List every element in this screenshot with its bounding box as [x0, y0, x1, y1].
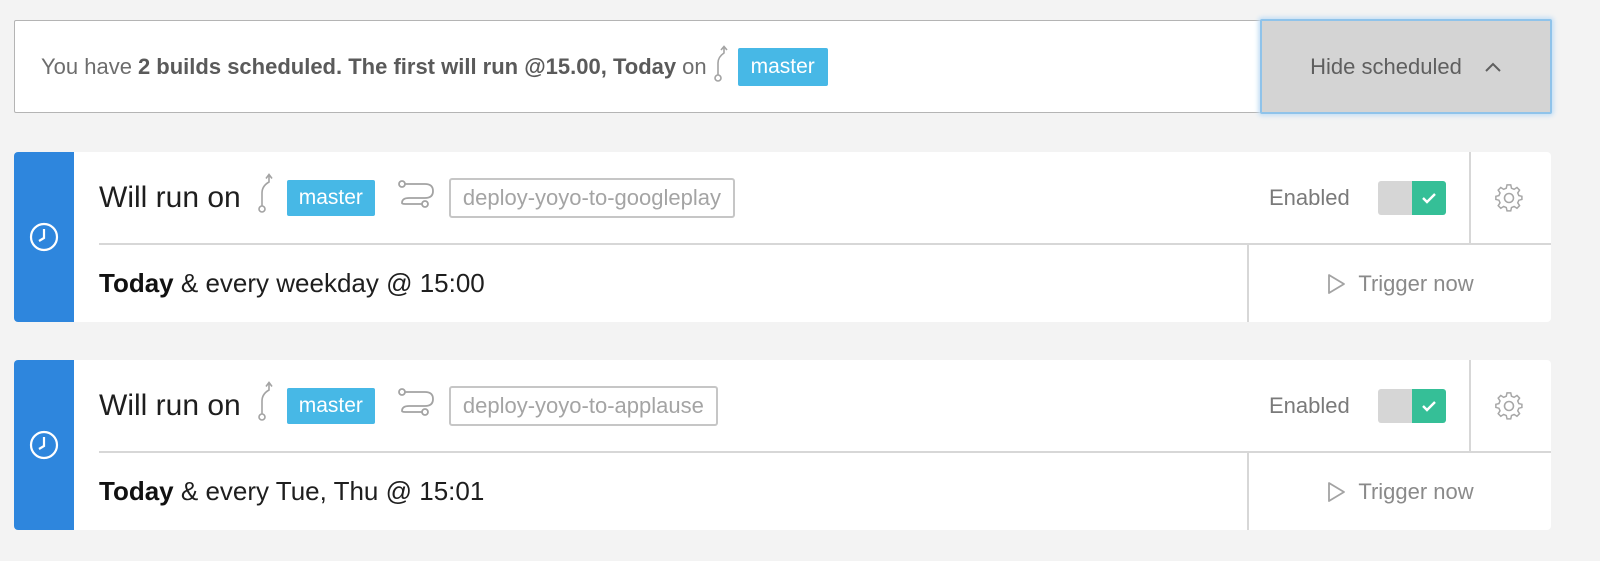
- card-side-bar: [14, 152, 74, 322]
- schedule-recurrence: & every weekday @ 15:00: [180, 268, 485, 298]
- card-header: Will run on master deploy-yoyo-to-google…: [99, 152, 1551, 245]
- divider: [1469, 152, 1471, 243]
- branch-badge: master: [286, 387, 375, 424]
- schedule-description: Today & every Tue, Thu @ 15:01: [99, 453, 484, 530]
- gear-icon[interactable]: [1494, 183, 1524, 213]
- toggle-on-half: [1412, 181, 1446, 215]
- trigger-now-label: Trigger now: [1358, 478, 1474, 504]
- schedule-recurrence: & every Tue, Thu @ 15:01: [180, 476, 485, 506]
- scheduled-build-card: Will run on master deploy-yoyo-to-applau…: [14, 360, 1551, 530]
- will-run-row: Will run on master deploy-yoyo-to-applau…: [99, 360, 718, 451]
- git-branch-icon: [713, 44, 729, 89]
- check-icon: [1422, 401, 1436, 412]
- divider: [1469, 360, 1471, 451]
- branch-badge: master: [737, 47, 828, 86]
- schedule-description: Today & every weekday @ 15:00: [99, 245, 485, 322]
- workflow-name[interactable]: deploy-yoyo-to-applause: [448, 385, 718, 426]
- trigger-now-label: Trigger now: [1358, 270, 1474, 296]
- will-run-row: Will run on master deploy-yoyo-to-google…: [99, 152, 735, 243]
- play-icon: [1328, 481, 1346, 502]
- toggle-off-half: [1378, 389, 1412, 423]
- toggle-off-half: [1378, 181, 1412, 215]
- workflow-icon: [397, 386, 437, 426]
- banner-prefix: You have: [41, 53, 132, 79]
- enabled-label: Enabled: [1269, 392, 1350, 418]
- trigger-now-button[interactable]: Trigger now: [1249, 245, 1551, 322]
- clock-icon: [29, 222, 59, 252]
- clock-icon: [29, 430, 59, 460]
- card-header: Will run on master deploy-yoyo-to-applau…: [99, 360, 1551, 453]
- enabled-toggle[interactable]: [1378, 389, 1446, 423]
- will-run-label: Will run on: [99, 388, 241, 422]
- workflow-icon: [397, 178, 437, 218]
- scheduled-builds-banner: You have 2 builds scheduled. The first w…: [14, 19, 1552, 114]
- banner-message: You have 2 builds scheduled. The first w…: [41, 21, 828, 112]
- will-run-label: Will run on: [99, 180, 241, 214]
- branch-badge: master: [286, 179, 375, 216]
- banner-count-text: 2 builds scheduled. The first will run @…: [137, 53, 677, 79]
- card-side-bar: [14, 360, 74, 530]
- git-branch-icon: [257, 380, 275, 431]
- git-branch-icon: [257, 172, 275, 223]
- trigger-now-button[interactable]: Trigger now: [1249, 453, 1551, 530]
- scheduled-build-card: Will run on master deploy-yoyo-to-google…: [14, 152, 1551, 322]
- schedule-day: Today: [99, 268, 174, 298]
- toggle-on-half: [1412, 389, 1446, 423]
- banner-suffix: on: [682, 53, 707, 79]
- enabled-label: Enabled: [1269, 184, 1350, 210]
- gear-icon[interactable]: [1494, 391, 1524, 421]
- enabled-toggle[interactable]: [1378, 181, 1446, 215]
- workflow-name[interactable]: deploy-yoyo-to-googleplay: [448, 177, 735, 218]
- schedule-day: Today: [99, 476, 174, 506]
- chevron-up-icon: [1485, 62, 1501, 72]
- hide-scheduled-label: Hide scheduled: [1310, 53, 1462, 79]
- check-icon: [1422, 193, 1436, 204]
- play-icon: [1328, 273, 1346, 294]
- hide-scheduled-button[interactable]: Hide scheduled: [1260, 19, 1552, 114]
